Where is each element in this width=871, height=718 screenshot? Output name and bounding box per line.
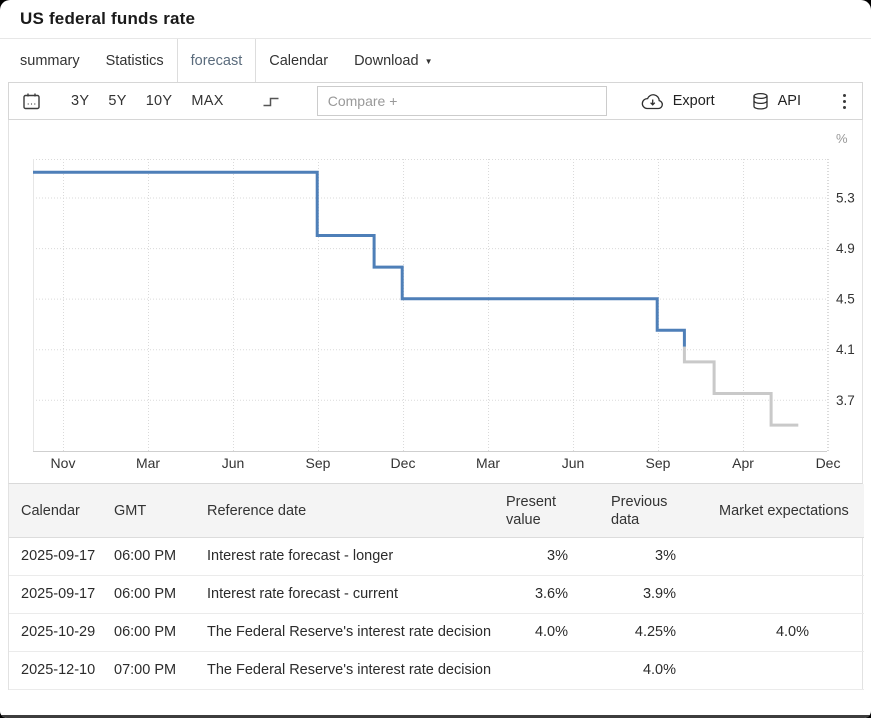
svg-text:4.9: 4.9 [836, 241, 855, 256]
svg-text:5.3: 5.3 [836, 191, 855, 206]
table-row: 2025-09-1706:00 PMInterest rate forecast… [9, 576, 864, 614]
svg-text:Dec: Dec [816, 455, 841, 471]
cell-reference: Interest rate forecast - current [196, 576, 498, 614]
svg-text:Mar: Mar [136, 455, 160, 471]
cell-reference: The Federal Reserve's interest rate deci… [196, 652, 498, 690]
column-header-previous-data: Previous data [576, 484, 684, 538]
title-bar: US federal funds rate [0, 0, 871, 39]
rate-step-chart: % 5.3 4.9 4.5 4.1 3.7 Nov Mar Jun Sep Dec Mar Jun Sep… [9, 120, 864, 483]
tab-summary[interactable]: summary [7, 39, 93, 82]
range-buttons: 3Y 5Y 10Y MAX [71, 93, 224, 109]
compare-input[interactable] [317, 86, 607, 116]
column-header-present-value: Present value [498, 484, 576, 538]
chart-area[interactable]: % 5.3 4.9 4.5 4.1 3.7 Nov Mar Jun Sep Dec Mar Jun Sep… [8, 120, 863, 483]
cell-calendar: 2025-09-17 [9, 538, 103, 576]
tab-forecast[interactable]: forecast [177, 39, 257, 82]
cloud-download-icon [640, 93, 665, 110]
range-button-max[interactable]: MAX [191, 93, 223, 109]
svg-text:Jun: Jun [222, 455, 245, 471]
column-header-market-expectations: Market expectations [684, 484, 864, 538]
svg-text:Mar: Mar [476, 455, 500, 471]
cell-calendar: 2025-12-10 [9, 652, 103, 690]
tab-download[interactable]: Download ▼ [341, 39, 445, 82]
app-window: US federal funds rate summary Statistics f… [0, 0, 871, 718]
svg-text:3.7: 3.7 [836, 393, 855, 408]
cell-reference: Interest rate forecast - longer [196, 538, 498, 576]
tab-bar: summary Statistics forecast Calendar Downloa… [0, 39, 871, 82]
svg-text:Sep: Sep [646, 455, 671, 471]
column-header-gmt: GMT [103, 484, 196, 538]
step-line-icon[interactable] [262, 94, 280, 108]
cell-gmt: 06:00 PM [103, 538, 196, 576]
cell-present [498, 652, 576, 690]
cell-reference: The Federal Reserve's interest rate deci… [196, 614, 498, 652]
cell-previous: 4.0% [576, 652, 684, 690]
svg-text:Sep: Sep [306, 455, 331, 471]
api-label: API [778, 93, 801, 109]
svg-text:4.1: 4.1 [836, 342, 855, 357]
range-button-10y[interactable]: 10Y [146, 93, 173, 109]
svg-text:4.5: 4.5 [836, 292, 855, 307]
cell-calendar: 2025-09-17 [9, 576, 103, 614]
svg-text:Apr: Apr [732, 455, 754, 471]
table-row: 2025-10-2906:00 PMThe Federal Reserve's … [9, 614, 864, 652]
page-title: US federal funds rate [20, 9, 195, 29]
api-button[interactable]: API [751, 92, 801, 111]
chart-toolbar: 3Y 5Y 10Y MAX Export [8, 82, 863, 120]
table-row: 2025-09-1706:00 PMInterest rate forecast… [9, 538, 864, 576]
tab-calendar[interactable]: Calendar [256, 39, 341, 82]
svg-text:%: % [836, 131, 848, 146]
tab-statistics[interactable]: Statistics [93, 39, 177, 82]
tab-label: Download [354, 53, 419, 69]
export-button[interactable]: Export [640, 93, 715, 110]
cell-calendar: 2025-10-29 [9, 614, 103, 652]
cell-market [684, 652, 864, 690]
cell-present: 3.6% [498, 576, 576, 614]
database-icon [751, 92, 770, 111]
column-header-reference-date: Reference date [196, 484, 498, 538]
export-label: Export [673, 93, 715, 109]
cell-previous: 4.25% [576, 614, 684, 652]
cell-gmt: 06:00 PM [103, 576, 196, 614]
chevron-down-icon: ▼ [425, 57, 433, 66]
cell-previous: 3% [576, 538, 684, 576]
cell-present: 4.0% [498, 614, 576, 652]
cell-previous: 3.9% [576, 576, 684, 614]
calendar-table: CalendarGMTReference datePresent valuePr… [8, 483, 863, 690]
tab-label: forecast [191, 53, 243, 69]
tab-label: summary [20, 53, 80, 69]
cell-market [684, 538, 864, 576]
cell-gmt: 07:00 PM [103, 652, 196, 690]
svg-text:Jun: Jun [562, 455, 585, 471]
column-header-calendar: Calendar [9, 484, 103, 538]
svg-text:Dec: Dec [391, 455, 416, 471]
range-button-5y[interactable]: 5Y [108, 93, 126, 109]
svg-text:Nov: Nov [51, 455, 76, 471]
cell-market [684, 576, 864, 614]
table-row: 2025-12-1007:00 PMThe Federal Reserve's … [9, 652, 864, 690]
cell-market: 4.0% [684, 614, 864, 652]
tab-label: Statistics [106, 53, 164, 69]
calendar-icon[interactable] [22, 92, 41, 111]
tab-label: Calendar [269, 53, 328, 69]
cell-present: 3% [498, 538, 576, 576]
range-button-3y[interactable]: 3Y [71, 93, 89, 109]
cell-gmt: 06:00 PM [103, 614, 196, 652]
table-header: CalendarGMTReference datePresent valuePr… [9, 484, 864, 538]
kebab-menu-icon[interactable] [843, 94, 846, 109]
